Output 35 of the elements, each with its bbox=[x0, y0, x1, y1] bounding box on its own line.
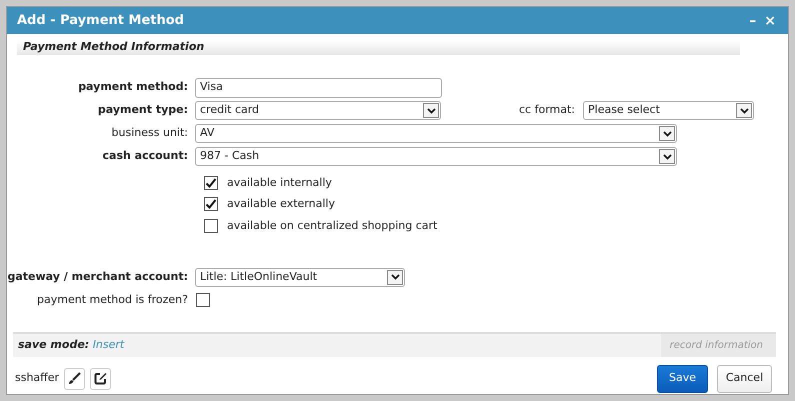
chevron-down-icon bbox=[659, 149, 675, 164]
window-title: Add - Payment Method bbox=[17, 12, 184, 30]
select-field[interactable]: 987 - Cash bbox=[195, 147, 677, 166]
chevron-down-icon bbox=[736, 103, 752, 118]
section-title: Payment Method Information bbox=[23, 39, 204, 56]
checkbox-label: available on centralized shopping cart bbox=[227, 218, 438, 234]
field-label: business unit: bbox=[110, 125, 189, 142]
chevron-down-icon bbox=[659, 126, 675, 141]
field-label: cc format: bbox=[519, 102, 575, 118]
checkbox-label: available internally bbox=[227, 174, 332, 190]
field-label: payment method is frozen? bbox=[36, 292, 189, 308]
checkbox[interactable] bbox=[204, 176, 218, 190]
chevron-down-icon bbox=[387, 270, 403, 284]
field-label: cash account: bbox=[102, 148, 189, 164]
cancel-button[interactable]: Cancel bbox=[717, 364, 772, 392]
checkbox-label: available externally bbox=[227, 196, 335, 212]
close-button[interactable]: × bbox=[762, 14, 778, 28]
field-label: payment method: bbox=[77, 79, 189, 96]
text-field[interactable]: Visa bbox=[195, 78, 442, 98]
checkbox[interactable] bbox=[204, 197, 218, 212]
user-name: sshaffer bbox=[15, 370, 60, 386]
checkbox[interactable] bbox=[204, 218, 218, 233]
field-label: gateway / merchant account: bbox=[7, 268, 189, 285]
checkbox[interactable] bbox=[196, 293, 210, 307]
edit-icon[interactable] bbox=[90, 368, 112, 390]
chevron-down-icon bbox=[423, 103, 439, 118]
save-mode-text: save mode: Insert bbox=[18, 336, 124, 353]
save-button[interactable]: Save bbox=[657, 364, 708, 392]
select-field[interactable]: credit card bbox=[195, 101, 441, 120]
brush-icon[interactable] bbox=[64, 368, 86, 390]
field-label: payment type: bbox=[96, 102, 189, 118]
select-field[interactable]: Please select bbox=[583, 101, 754, 120]
select-field[interactable]: AV bbox=[195, 124, 677, 143]
minimize-button[interactable]: – bbox=[747, 14, 758, 28]
select-field[interactable]: Litle: LitleOnlineVault bbox=[195, 268, 405, 286]
